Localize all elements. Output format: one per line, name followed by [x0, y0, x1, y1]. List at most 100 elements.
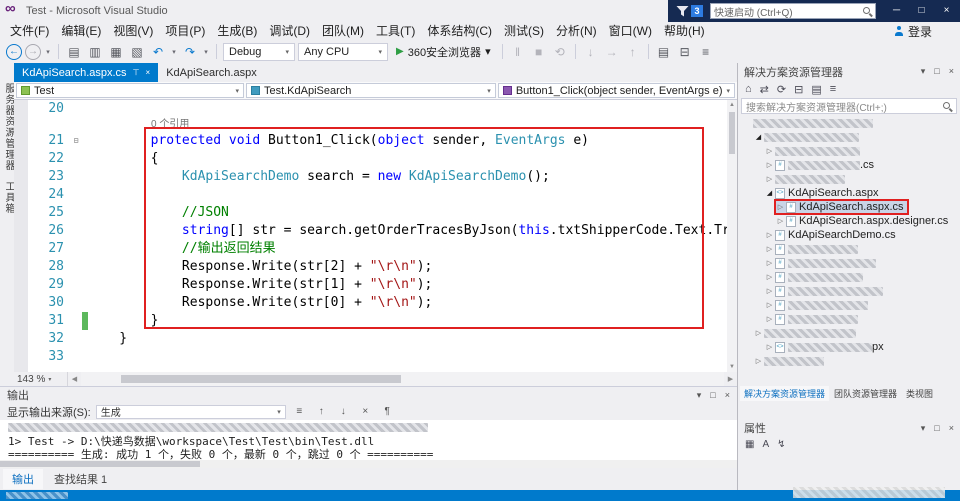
code-line[interactable]: 33	[14, 348, 727, 366]
tree-item[interactable]: ▷ # .cs	[738, 158, 960, 172]
close-icon[interactable]: ×	[146, 68, 151, 77]
right-panel-tab[interactable]: 解决方案资源管理器	[740, 386, 830, 401]
tree-item[interactable]: ▷	[738, 172, 960, 186]
close-panel-icon[interactable]: ×	[725, 390, 730, 401]
menu-item[interactable]: 体系结构(C)	[421, 22, 498, 40]
bottom-panel-tab[interactable]: 输出	[3, 469, 43, 489]
close-button[interactable]: ×	[934, 0, 959, 22]
navigate-back-icon[interactable]: ←	[6, 43, 22, 60]
step-into-icon[interactable]: ↓	[582, 42, 600, 62]
refresh-icon[interactable]: ⟳	[777, 83, 786, 96]
document-tab[interactable]: KdApiSearch.aspx.cs ⊤ ×	[14, 63, 159, 82]
undo-dropdown-icon[interactable]: ▾	[170, 42, 178, 62]
menu-item[interactable]: 分析(N)	[550, 22, 603, 40]
tree-item[interactable]: ◢ <> KdApiSearch.aspx	[738, 186, 960, 200]
platform-select[interactable]: Any CPU ▾	[298, 42, 388, 61]
tree-expanded-icon[interactable]: ◢	[764, 189, 775, 197]
undo-icon[interactable]: ↶	[149, 42, 167, 62]
tree-item[interactable]: ▷ #	[738, 270, 960, 284]
tree-item[interactable]: ▷ # KdApiSearch.aspx.designer.cs	[738, 214, 960, 228]
filter-funnel-icon[interactable]	[676, 5, 689, 18]
scroll-right-icon[interactable]: ▶	[724, 375, 737, 383]
tree-collapsed-icon[interactable]: ▷	[764, 231, 775, 239]
tree-collapsed-icon[interactable]: ▷	[775, 217, 786, 225]
hscrollbar-thumb[interactable]	[121, 375, 401, 383]
save-icon[interactable]: ▦	[107, 42, 125, 62]
tree-item[interactable]: ▷ #	[738, 284, 960, 298]
type-dropdown[interactable]: Test.KdApiSearch ▾	[245, 83, 496, 98]
output-hscrollbar[interactable]	[0, 460, 737, 468]
minimize-button[interactable]: ─	[884, 0, 909, 22]
tree-collapsed-icon[interactable]: ▷	[764, 301, 775, 309]
maximize-panel-icon[interactable]: □	[710, 390, 715, 401]
right-panel-tab[interactable]: 类视图	[902, 386, 937, 401]
tree-item[interactable]: ▷ <> px	[738, 340, 960, 354]
tree-collapsed-icon[interactable]: ▷	[753, 357, 764, 365]
collapse-all-icon[interactable]: ⊟	[794, 83, 803, 96]
project-dropdown[interactable]: Test ▾	[16, 83, 244, 98]
clear-all-icon[interactable]: ×	[357, 406, 374, 417]
show-all-files-icon[interactable]: ▤	[811, 83, 821, 96]
right-panel-tab[interactable]: 团队资源管理器	[830, 386, 901, 401]
tree-item[interactable]: ▷ #	[738, 298, 960, 312]
tree-item[interactable]: ▷ #	[738, 256, 960, 270]
tree-collapsed-icon[interactable]: ▷	[764, 161, 775, 169]
word-wrap-icon[interactable]: ¶	[379, 406, 396, 417]
navigation-dropdown-icon[interactable]: ▾	[44, 42, 52, 62]
next-message-icon[interactable]: ↓	[335, 406, 352, 417]
tree-collapsed-icon[interactable]: ▷	[764, 287, 775, 295]
pin-icon[interactable]: ⊤	[133, 68, 140, 77]
tree-item[interactable]: ▷	[738, 144, 960, 158]
find-in-files-icon[interactable]: ▤	[655, 42, 673, 62]
code-editor[interactable]: 20 0 个引用 21 ⊟ protected void Button1_Click(…	[14, 100, 727, 372]
save-all-icon[interactable]: ▧	[128, 42, 146, 62]
menu-item[interactable]: 工具(T)	[370, 22, 421, 40]
menu-item[interactable]: 生成(B)	[211, 22, 263, 40]
maximize-panel-icon[interactable]: □	[934, 66, 939, 77]
menu-item[interactable]: 视图(V)	[107, 22, 159, 40]
menu-item[interactable]: 测试(S)	[498, 22, 550, 40]
prev-message-icon[interactable]: ↑	[313, 406, 330, 417]
start-debug-button[interactable]: ▶ 360安全浏览器 ▾	[391, 42, 496, 62]
zoom-select[interactable]: 143 % ▾	[14, 372, 68, 386]
tree-collapsed-icon[interactable]: ▷	[764, 259, 775, 267]
code-line[interactable]: 32 }	[14, 330, 727, 348]
sign-in-button[interactable]: 登录	[894, 22, 932, 40]
menu-item[interactable]: 编辑(E)	[55, 22, 107, 40]
tree-expanded-icon[interactable]: ◢	[753, 133, 764, 141]
output-hscrollbar-thumb[interactable]	[0, 461, 200, 467]
menu-item[interactable]: 项目(P)	[159, 22, 211, 40]
maximize-panel-icon[interactable]: □	[934, 423, 939, 434]
messages-icon[interactable]: ≡	[291, 406, 308, 417]
fold-collapse-icon[interactable]: ⊟	[70, 132, 82, 150]
scroll-down-icon[interactable]: ▼	[727, 362, 737, 372]
window-position-icon[interactable]: ▾	[921, 66, 926, 77]
step-over-icon[interactable]: →	[603, 42, 621, 62]
tree-item[interactable]: ◢	[738, 130, 960, 144]
tree-collapsed-icon[interactable]: ▷	[753, 329, 764, 337]
tree-item[interactable]: ▷ # KdApiSearchDemo.cs	[738, 228, 960, 242]
new-file-icon[interactable]: ▤	[65, 42, 83, 62]
member-dropdown[interactable]: Button1_Click(object sender, EventArgs e…	[497, 83, 735, 98]
home-icon[interactable]: ⌂	[745, 83, 752, 95]
tree-item[interactable]: ▷	[738, 354, 960, 368]
menu-item[interactable]: 调试(D)	[263, 22, 316, 40]
redo-icon[interactable]: ↷	[181, 42, 199, 62]
menu-item[interactable]: 窗口(W)	[603, 22, 658, 40]
menu-item[interactable]: 文件(F)	[4, 22, 55, 40]
tree-collapsed-icon[interactable]: ▷	[764, 245, 775, 253]
tree-item[interactable]: ▷	[738, 326, 960, 340]
pause-icon[interactable]: ‖	[509, 42, 527, 62]
scroll-left-icon[interactable]: ◀	[68, 375, 81, 383]
document-tab[interactable]: KdApiSearch.aspx	[158, 63, 265, 82]
collapse-regions-icon[interactable]: ⊟	[676, 42, 694, 62]
menu-item[interactable]: 团队(M)	[316, 22, 370, 40]
output-source-select[interactable]: 生成 ▾	[95, 404, 286, 419]
tree-item[interactable]: ▷ #	[738, 242, 960, 256]
output-body[interactable]: 1> Test -> D:\快递鸟数据\workspace\Test\Test\…	[0, 420, 737, 468]
window-position-icon[interactable]: ▾	[697, 390, 702, 401]
solution-search-input[interactable]: 搜索解决方案资源管理器(Ctrl+;)	[741, 98, 957, 114]
alphabetical-icon[interactable]: A	[762, 439, 769, 450]
open-file-icon[interactable]: ▥	[86, 42, 104, 62]
navigate-forward-icon[interactable]: →	[25, 43, 41, 60]
